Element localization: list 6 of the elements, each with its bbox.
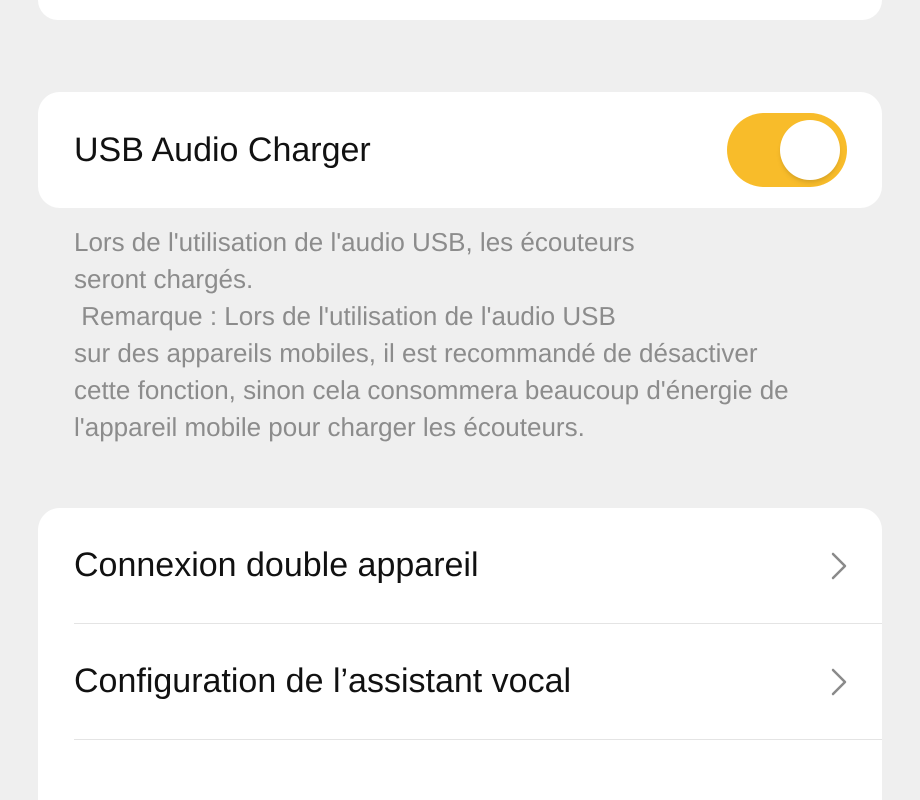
setting-label: USB Audio Charger	[74, 130, 371, 170]
menu-item[interactable]: Connexion double appareil	[74, 508, 882, 624]
chevron-right-icon	[831, 552, 847, 580]
menu-item[interactable]: Configuration de l’assistant vocal	[74, 624, 882, 740]
chevron-right-icon	[831, 668, 847, 696]
description-text: Lors de l'utilisation de l'audio USB, les écouteurs seront chargés. Remarque : Lors de l'utilisation de l'audio USB sur des appareils mobiles, il est recommandé de désactiver cette fonction, sinon cela consommera beaucoup d'énergie de l'appareil mobile pour charger les écouteurs.	[73, 226, 790, 444]
